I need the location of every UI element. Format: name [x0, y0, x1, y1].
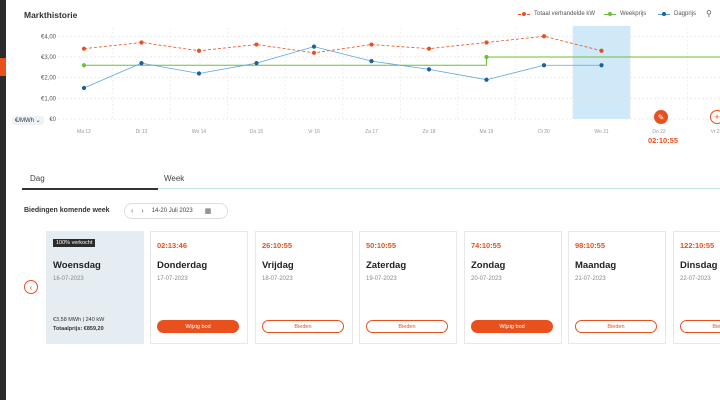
x-tick-label: Vr 23	[711, 129, 720, 135]
tab-divider	[158, 188, 720, 189]
day-name: Dinsdag	[680, 260, 718, 271]
y-tick-label: €4,00	[41, 34, 57, 40]
x-tick-label: Ma 12	[77, 129, 91, 135]
day-name: Zondag	[471, 260, 506, 271]
x-tick-label: Ma 19	[480, 129, 494, 135]
day-date: 22-07-2023	[680, 276, 711, 282]
data-point-total	[369, 42, 374, 47]
data-point-week	[484, 54, 489, 60]
edit-bid-button[interactable]: Wijzig bod	[157, 320, 239, 333]
day-date: 19-07-2023	[366, 276, 397, 282]
x-tick-label: Vr 16	[308, 129, 320, 135]
tab-week[interactable]: Week	[164, 174, 184, 183]
countdown-time: 50:10:55	[366, 241, 397, 250]
x-tick-label: Di 13	[136, 129, 148, 135]
data-point-day	[426, 67, 432, 72]
x-tick-label: Wo 21	[594, 129, 609, 135]
day-name: Zaterdag	[366, 260, 407, 271]
data-point-total	[426, 46, 432, 51]
day-date: 18-07-2023	[262, 276, 293, 282]
week-picker[interactable]: ‹ › 14-20 Juli 2023 ▦	[124, 203, 228, 219]
unit-selector[interactable]: €/MWh ⌄	[12, 116, 44, 125]
countdown-time: 26:10:55	[262, 241, 293, 250]
edit-bid-button[interactable]: Wijzig bod	[471, 320, 553, 333]
data-point-total	[599, 48, 604, 53]
data-point-total	[196, 48, 202, 53]
day-date: 17-07-2023	[157, 276, 188, 282]
day-name: Donderdag	[157, 260, 208, 271]
bid-summary: €3,58 MWh | 240 kW Totaalprijs: €859,20	[53, 316, 104, 334]
day-card: 26:10:55 Vrijdag 18-07-2023 Bieden	[255, 231, 353, 344]
y-tick-label: €2,00	[41, 76, 57, 82]
day-card: 98:10:55 Maandag 21-07-2023 Bieden	[568, 231, 666, 344]
data-point-day	[196, 71, 202, 76]
bids-section-title: Biedingen komende week	[24, 207, 110, 214]
market-history-chart: €0 €1,00 €2,00 €3,00 €4,00 Ma 12 Di 13 Wo 14 Do …	[41, 26, 720, 135]
place-bid-button[interactable]: Bieden	[262, 320, 344, 333]
data-point-day	[484, 77, 489, 82]
data-point-total	[484, 40, 489, 45]
data-point-day	[541, 63, 547, 68]
place-bid-button[interactable]: Bieden	[680, 320, 720, 333]
period-tabs: Dag Week	[22, 174, 720, 190]
unit-selector-label: €/MWh	[15, 118, 35, 124]
data-point-day	[311, 44, 317, 49]
day-card: 100% verkocht Woensdag 16-07-2023 €3,58 …	[46, 231, 144, 344]
bid-total-price: Totaalprijs: €859,20	[53, 326, 104, 332]
x-tick-label: Wo 14	[192, 129, 207, 135]
calendar-icon[interactable]: ▦	[205, 207, 212, 215]
data-point-total	[81, 46, 87, 51]
data-point-total	[139, 40, 144, 45]
day-date: 20-07-2023	[471, 276, 502, 282]
y-tick-label: €0	[49, 117, 56, 123]
x-tick-label: Do 15	[250, 129, 264, 135]
data-point-total	[254, 42, 259, 47]
chevron-right-icon[interactable]: ›	[141, 208, 143, 215]
sold-badge: 100% verkocht	[53, 239, 96, 247]
data-point-day	[254, 61, 259, 66]
day-card: 50:10:55 Zaterdag 19-07-2023 Bieden	[359, 231, 457, 344]
countdown-time: 122:10:55	[680, 241, 715, 250]
day-card: 122:10:55 Dinsdag 22-07-2023 Bieden	[673, 231, 720, 344]
day-card: 74:10:55 Zondag 20-07-2023 Wijzig bod	[464, 231, 562, 344]
tab-day[interactable]: Dag	[30, 174, 45, 183]
data-point-day	[139, 61, 144, 66]
data-point-day	[81, 85, 87, 91]
week-range-label: 14-20 Juli 2023	[151, 208, 193, 214]
data-point-day	[599, 63, 604, 68]
place-bid-button[interactable]: Bieden	[366, 320, 448, 333]
day-name: Maandag	[575, 260, 617, 271]
countdown-time: 98:10:55	[575, 241, 606, 250]
countdown-time: 02:13:46	[157, 241, 188, 250]
place-bid-button[interactable]: Bieden	[575, 320, 657, 333]
plus-icon[interactable]: +	[710, 110, 720, 124]
x-tick-label: Di 20	[538, 129, 550, 135]
bid-price-volume: €3,58 MWh | 240 kW	[53, 317, 105, 323]
x-tick-label: Za 17	[365, 129, 378, 135]
chevron-left-icon[interactable]: ‹	[24, 280, 38, 294]
day-name: Woensdag	[53, 260, 101, 271]
y-tick-label: €1,00	[41, 96, 57, 102]
day-date: 16-07-2023	[53, 276, 84, 282]
day-date: 21-07-2023	[575, 276, 606, 282]
y-tick-label: €3,00	[41, 55, 57, 61]
x-tick-label: Do 22	[652, 129, 666, 135]
data-point-day	[369, 58, 374, 64]
day-name: Vrijdag	[262, 260, 294, 271]
chevron-left-icon[interactable]: ‹	[131, 208, 133, 215]
active-tab-indicator	[22, 188, 158, 190]
countdown-time: 74:10:55	[471, 241, 502, 250]
day-card: 02:13:46 Donderdag 17-07-2023 Wijzig bod	[150, 231, 248, 344]
data-point-total	[311, 50, 317, 55]
chart-countdown: 02:10:55	[648, 136, 679, 145]
data-point-total	[541, 34, 547, 39]
edit-icon[interactable]: ✎	[654, 110, 668, 124]
data-point-week	[81, 63, 87, 68]
x-tick-label: Zo 18	[423, 129, 436, 135]
highlight-band	[572, 26, 631, 119]
